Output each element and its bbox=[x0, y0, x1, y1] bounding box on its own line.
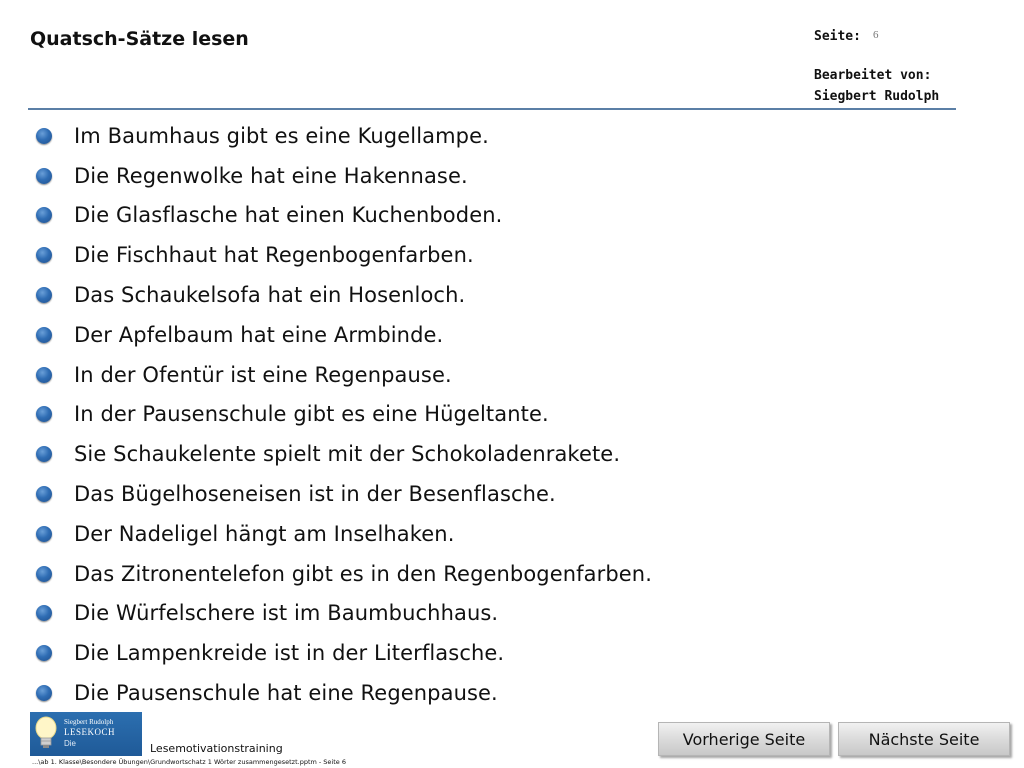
sentence-text: Die Glasflasche hat einen Kuchenboden. bbox=[74, 203, 503, 228]
sentence-text: Die Regenwolke hat eine Hakennase. bbox=[74, 163, 468, 188]
sentence-text: Sie Schaukelente spielt mit der Schokola… bbox=[74, 442, 621, 467]
list-item: Die Lampenkreide ist in der Literflasche… bbox=[34, 633, 652, 673]
logo-brand: LESEKOCH bbox=[64, 727, 115, 737]
sentence-text: In der Ofentür ist eine Regenpause. bbox=[74, 362, 452, 387]
list-item: Der Apfelbaum hat eine Armbinde. bbox=[34, 315, 652, 355]
logo-author: Siegbert Rudolph bbox=[64, 718, 114, 726]
previous-page-button[interactable]: Vorherige Seite bbox=[658, 722, 830, 756]
bullet-icon bbox=[36, 406, 52, 423]
page-number: 6 bbox=[873, 29, 879, 41]
bullet-icon bbox=[36, 685, 52, 702]
sentence-list: Im Baumhaus gibt es eine Kugellampe. Die… bbox=[34, 116, 652, 713]
footer-file-path: ...\ab 1. Klasse\Besondere Übungen\Grund… bbox=[32, 758, 346, 766]
editor-name: Siegbert Rudolph bbox=[814, 89, 940, 104]
list-item: Die Regenwolke hat eine Hakennase. bbox=[34, 156, 652, 196]
bullet-icon bbox=[36, 565, 52, 582]
bullet-icon bbox=[36, 167, 52, 184]
footer-label: Lesemotivationstraining bbox=[150, 742, 283, 755]
list-item: In der Pausenschule gibt es eine Hügelta… bbox=[34, 395, 652, 435]
bullet-icon bbox=[36, 486, 52, 503]
bullet-icon bbox=[36, 247, 52, 264]
page-title: Quatsch-Sätze lesen bbox=[30, 28, 249, 50]
list-item: Die Glasflasche hat einen Kuchenboden. bbox=[34, 196, 652, 236]
list-item: Die Würfelschere ist im Baumbuchhaus. bbox=[34, 594, 652, 634]
list-item: Das Zitronentelefon gibt es in den Regen… bbox=[34, 554, 652, 594]
bullet-icon bbox=[36, 525, 52, 542]
header-divider bbox=[28, 108, 956, 110]
sentence-text: Die Lampenkreide ist in der Literflasche… bbox=[74, 641, 505, 666]
bullet-icon bbox=[36, 207, 52, 224]
bullet-icon bbox=[36, 127, 52, 144]
list-item: In der Ofentür ist eine Regenpause. bbox=[34, 355, 652, 395]
lightbulb-icon bbox=[35, 716, 57, 748]
list-item: Die Fischhaut hat Regenbogenfarben. bbox=[34, 235, 652, 275]
list-item: Das Schaukelsofa hat ein Hosenloch. bbox=[34, 275, 652, 315]
sentence-text: Der Nadeligel hängt am Inselhaken. bbox=[74, 521, 455, 546]
sentence-text: In der Pausenschule gibt es eine Hügelta… bbox=[74, 402, 549, 427]
sentence-text: Die Pausenschule hat eine Regenpause. bbox=[74, 681, 498, 706]
page-label: Seite: bbox=[814, 29, 861, 44]
bullet-icon bbox=[36, 287, 52, 304]
sentence-text: Das Bügelhoseneisen ist in der Besenflas… bbox=[74, 482, 556, 507]
list-item: Die Pausenschule hat eine Regenpause. bbox=[34, 673, 652, 713]
lesekoch-logo: Siegbert Rudolph LESEKOCH Die bbox=[30, 712, 142, 756]
bullet-icon bbox=[36, 605, 52, 622]
bullet-icon bbox=[36, 366, 52, 383]
list-item: Der Nadeligel hängt am Inselhaken. bbox=[34, 514, 652, 554]
sentence-text: Das Zitronentelefon gibt es in den Regen… bbox=[74, 561, 652, 586]
bullet-icon bbox=[36, 645, 52, 662]
list-item: Sie Schaukelente spielt mit der Schokola… bbox=[34, 434, 652, 474]
next-page-button[interactable]: Nächste Seite bbox=[838, 722, 1010, 756]
sentence-text: Die Fischhaut hat Regenbogenfarben. bbox=[74, 243, 474, 268]
logo-tagline: Die bbox=[64, 739, 77, 748]
edited-by-label: Bearbeitet von: bbox=[814, 68, 932, 83]
list-item: Das Bügelhoseneisen ist in der Besenflas… bbox=[34, 474, 652, 514]
sentence-text: Das Schaukelsofa hat ein Hosenloch. bbox=[74, 283, 466, 308]
sentence-text: Im Baumhaus gibt es eine Kugellampe. bbox=[74, 123, 489, 148]
list-item: Im Baumhaus gibt es eine Kugellampe. bbox=[34, 116, 652, 156]
bullet-icon bbox=[36, 446, 52, 463]
sentence-text: Die Würfelschere ist im Baumbuchhaus. bbox=[74, 601, 499, 626]
bullet-icon bbox=[36, 326, 52, 343]
sentence-text: Der Apfelbaum hat eine Armbinde. bbox=[74, 322, 444, 347]
